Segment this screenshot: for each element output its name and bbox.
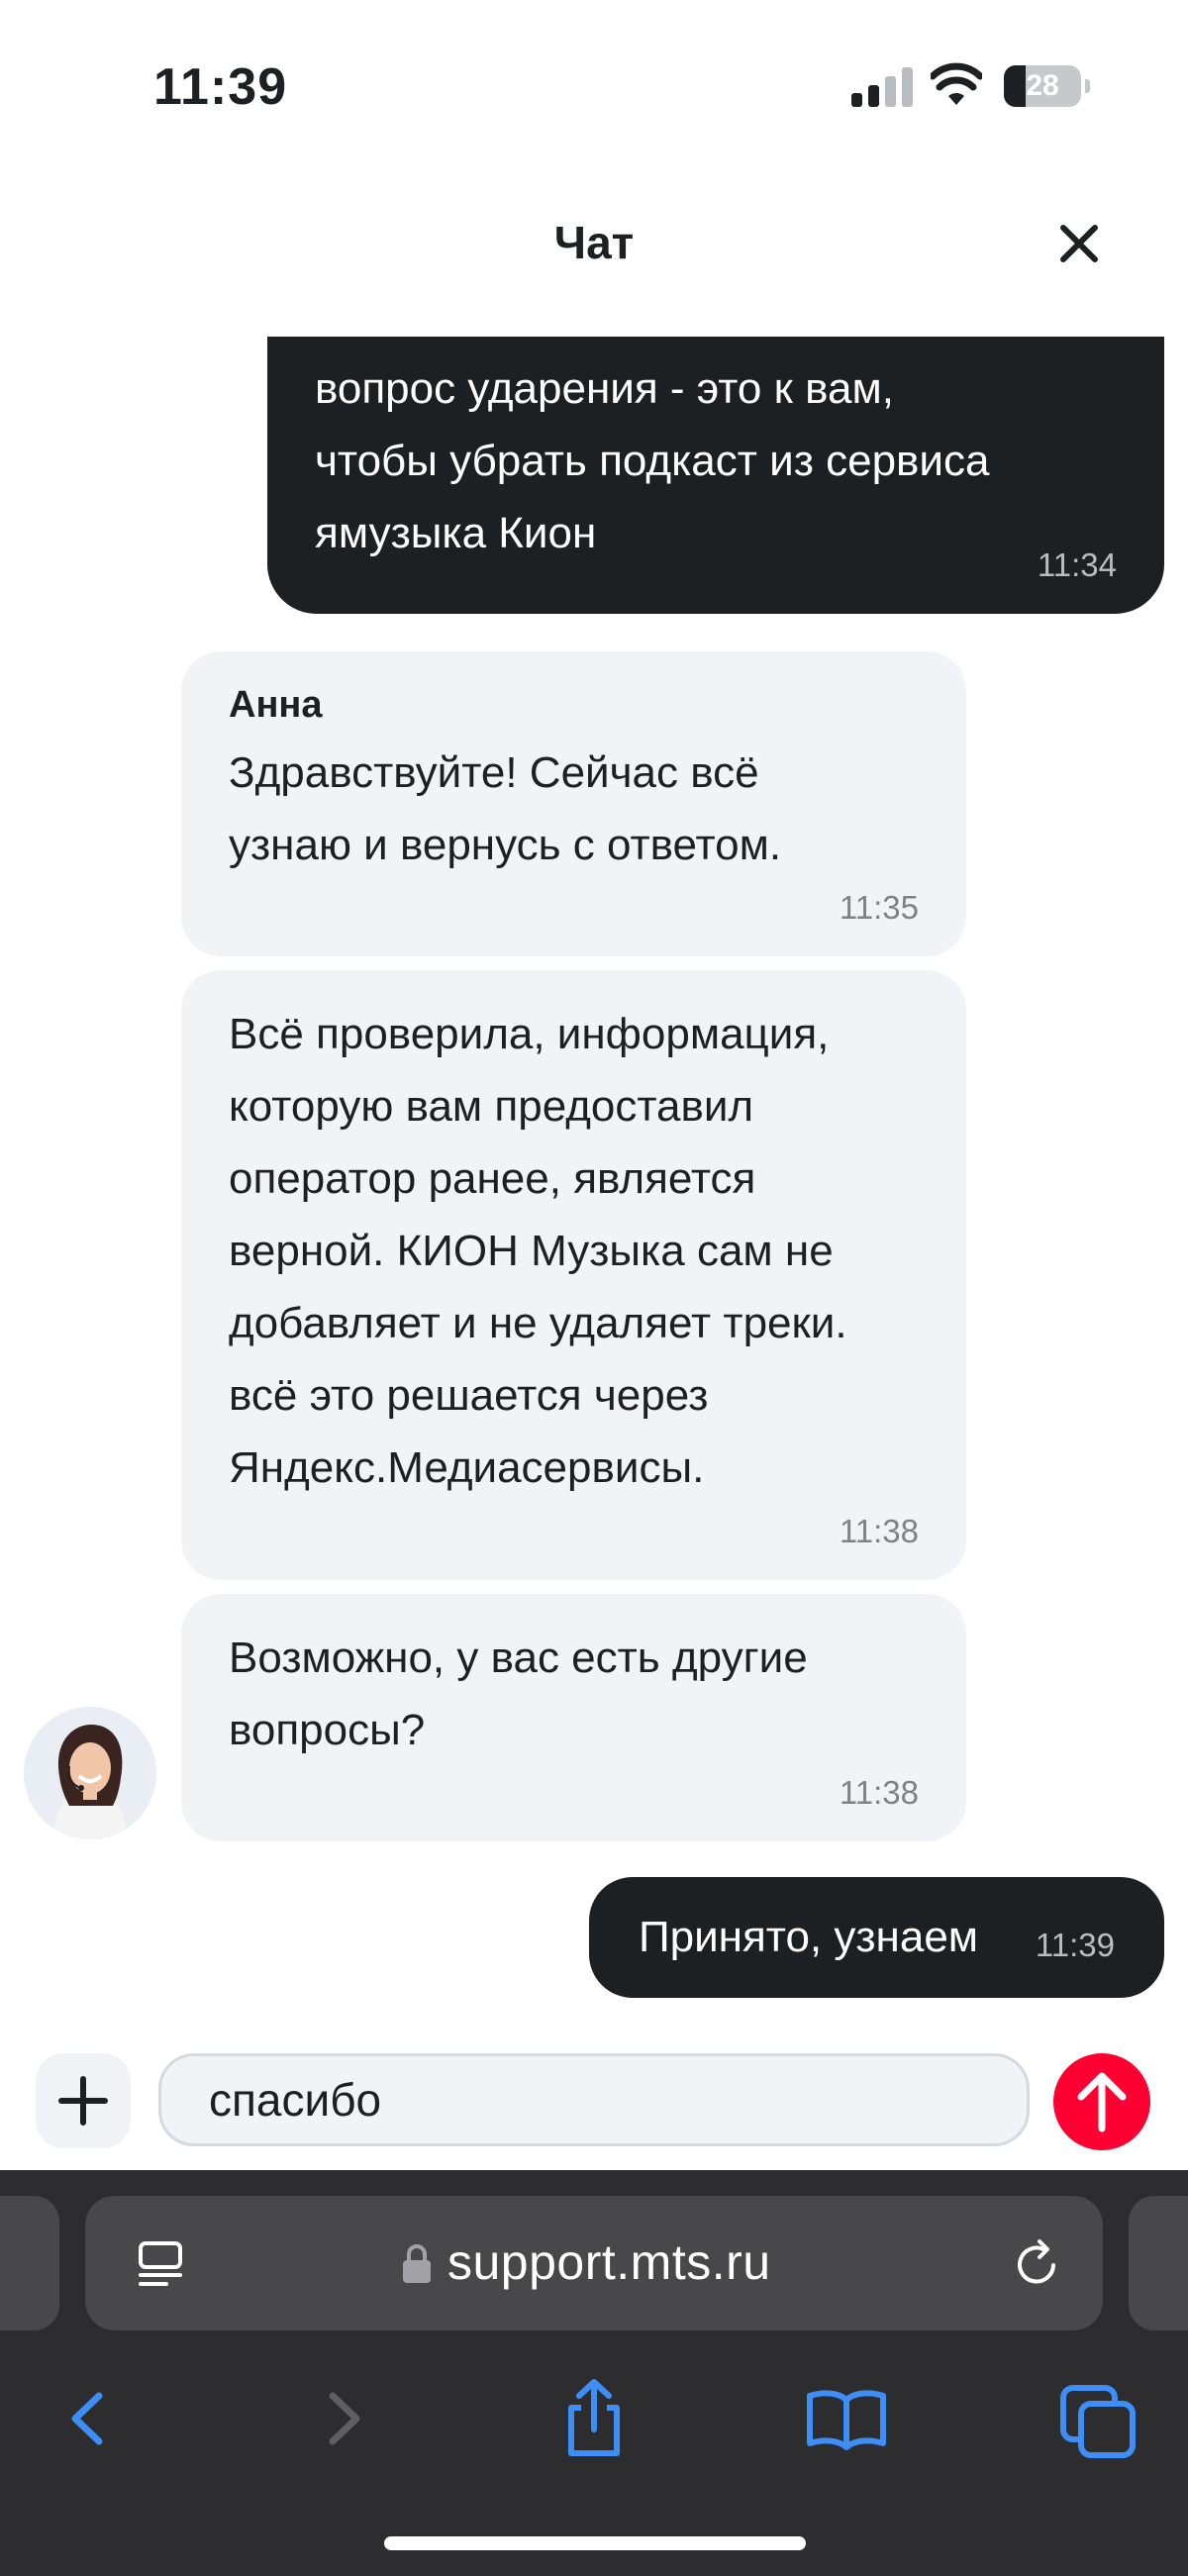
outgoing-message: Принято, узнаем 11:39 <box>589 1877 1164 1998</box>
message-time: 11:38 <box>839 1513 919 1549</box>
tabs-icon <box>1060 2385 1136 2458</box>
message-input[interactable] <box>158 2053 1030 2146</box>
wifi-icon <box>931 62 982 105</box>
message-time: 11:35 <box>839 889 919 926</box>
next-tab-preview[interactable] <box>1129 2196 1188 2330</box>
chevron-left-icon <box>71 2392 103 2445</box>
tabs-button[interactable] <box>1055 2374 1144 2463</box>
message-composer <box>0 2020 1188 2168</box>
message-text: вопрос ударения - это к вам, чтобы убрат… <box>315 364 990 557</box>
chat-title: Чат <box>553 217 635 268</box>
message-list[interactable]: вопрос ударения - это к вам, чтобы убрат… <box>0 337 1188 2010</box>
home-indicator <box>384 2536 806 2550</box>
message-text: Всё проверила, информация, которую вам п… <box>229 1010 847 1492</box>
lock-icon <box>403 2244 431 2283</box>
back-button[interactable] <box>44 2374 133 2463</box>
address-bar[interactable]: support.mts.ru <box>85 2196 1103 2330</box>
attach-button[interactable] <box>36 2053 131 2148</box>
page-menu-icon[interactable] <box>135 2237 186 2289</box>
message-time: 11:38 <box>839 1774 919 1811</box>
previous-tab-preview[interactable] <box>0 2196 59 2330</box>
arrow-up-icon <box>1077 2072 1127 2132</box>
forward-button[interactable] <box>299 2374 388 2463</box>
status-time: 11:39 <box>153 58 288 116</box>
close-button[interactable] <box>1049 214 1109 273</box>
chevron-right-icon <box>329 2392 360 2445</box>
close-icon <box>1060 225 1098 262</box>
status-bar: 11:39 28 <box>0 0 1188 178</box>
battery-cap <box>1085 79 1090 93</box>
send-button[interactable] <box>1053 2053 1150 2150</box>
incoming-message: Анна Здравствуйте! Сейчас всё узнаю и ве… <box>181 651 966 956</box>
incoming-message: Всё проверила, информация, которую вам п… <box>181 970 966 1580</box>
agent-avatar <box>24 1707 156 1839</box>
incoming-message: Возможно, у вас есть другие вопросы? 11:… <box>181 1594 966 1841</box>
cellular-signal-icon <box>851 65 915 107</box>
url-text: support.mts.ru <box>447 2234 771 2290</box>
browser-bar: support.mts.ru <box>0 2170 1188 2576</box>
message-text: Здравствуйте! Сейчас всё узнаю и вернусь… <box>229 748 782 869</box>
plus-icon <box>58 2076 108 2126</box>
outgoing-message: вопрос ударения - это к вам, чтобы убрат… <box>267 337 1164 614</box>
battery-icon: 28 <box>1004 65 1081 107</box>
battery-level: 28 <box>1026 69 1059 102</box>
share-button[interactable] <box>549 2374 639 2463</box>
browser-toolbar <box>0 2374 1188 2483</box>
share-icon <box>568 2379 620 2456</box>
bookmarks-button[interactable] <box>802 2374 891 2463</box>
sender-name: Анна <box>229 684 323 726</box>
reload-icon[interactable] <box>1010 2235 1065 2291</box>
message-time: 11:34 <box>1037 546 1117 583</box>
chat-header: Чат <box>0 178 1188 337</box>
message-time: 11:39 <box>1035 1927 1115 1963</box>
message-text: Возможно, у вас есть другие вопросы? <box>229 1634 808 1754</box>
book-icon <box>807 2390 886 2450</box>
